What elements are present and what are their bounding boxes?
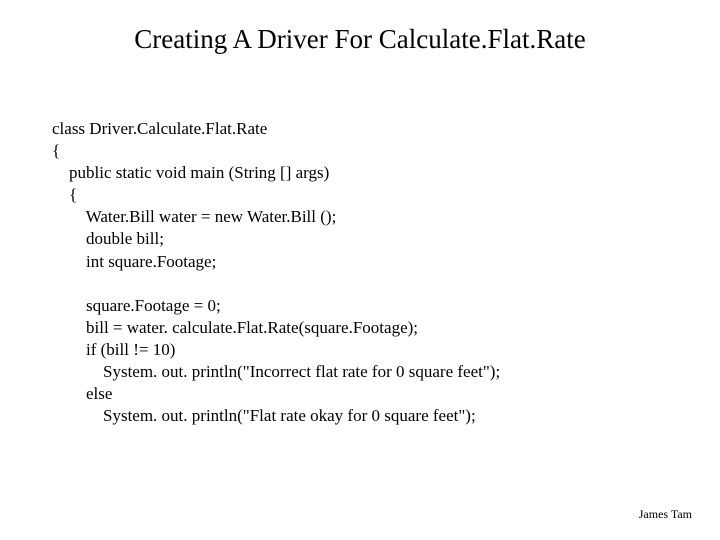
slide-title: Creating A Driver For Calculate.Flat.Rat… [0, 24, 720, 55]
author-footer: James Tam [639, 507, 692, 522]
slide: Creating A Driver For Calculate.Flat.Rat… [0, 0, 720, 540]
code-block: class Driver.Calculate.Flat.Rate { publi… [52, 118, 500, 427]
